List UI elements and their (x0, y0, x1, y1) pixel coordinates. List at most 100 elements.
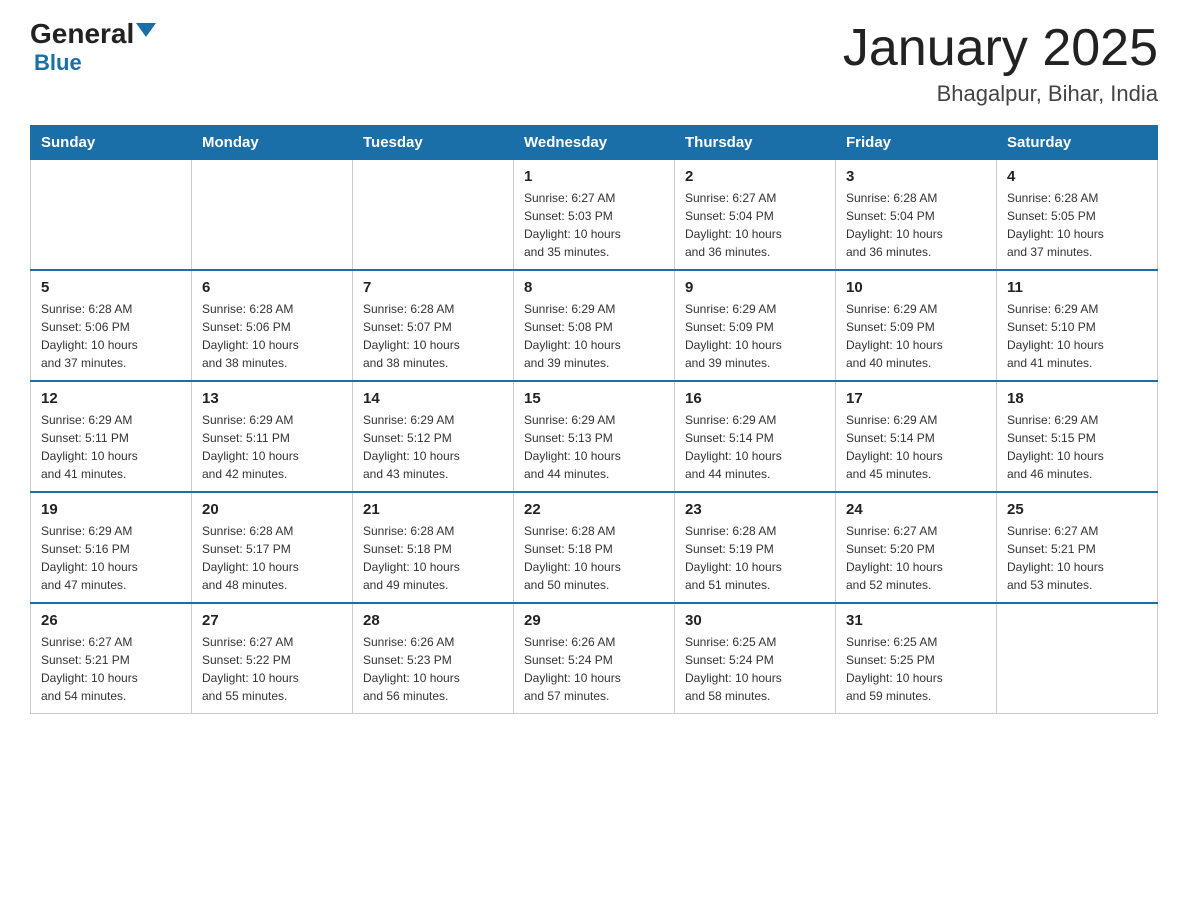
day-number: 6 (202, 279, 342, 296)
day-number: 23 (685, 501, 825, 518)
day-number: 16 (685, 390, 825, 407)
calendar-cell: 20 Sunrise: 6:28 AMSunset: 5:17 PMDayligh… (192, 492, 353, 603)
day-number: 18 (1007, 390, 1147, 407)
calendar-cell (997, 603, 1158, 714)
calendar-cell (192, 160, 353, 271)
day-info: Sunrise: 6:28 AMSunset: 5:19 PMDaylight:… (685, 522, 825, 594)
logo-triangle-icon (136, 23, 156, 37)
header-saturday: Saturday (997, 126, 1158, 160)
logo: General Blue (30, 20, 156, 76)
header-monday: Monday (192, 126, 353, 160)
day-number: 28 (363, 612, 503, 629)
day-info: Sunrise: 6:29 AMSunset: 5:08 PMDaylight:… (524, 300, 664, 372)
calendar-cell: 9 Sunrise: 6:29 AMSunset: 5:09 PMDaylight… (675, 270, 836, 381)
calendar-cell: 12Sunrise: 6:29 AMSunset: 5:11 PMDayligh… (31, 381, 192, 492)
day-number: 22 (524, 501, 664, 518)
day-number: 13 (202, 390, 342, 407)
calendar-cell: 15 Sunrise: 6:29 AMSunset: 5:13 PMDayligh… (514, 381, 675, 492)
day-info: Sunrise: 6:27 AMSunset: 5:03 PMDaylight:… (524, 189, 664, 261)
day-number: 30 (685, 612, 825, 629)
day-number: 27 (202, 612, 342, 629)
day-info: Sunrise: 6:27 AMSunset: 5:21 PMDaylight:… (41, 633, 181, 705)
day-number: 2 (685, 168, 825, 185)
day-info: Sunrise: 6:28 AMSunset: 5:04 PMDaylight:… (846, 189, 986, 261)
day-info: Sunrise: 6:29 AMSunset: 5:10 PMDaylight:… (1007, 300, 1147, 372)
day-number: 21 (363, 501, 503, 518)
day-info: Sunrise: 6:26 AMSunset: 5:23 PMDaylight:… (363, 633, 503, 705)
week-row-4: 26Sunrise: 6:27 AMSunset: 5:21 PMDayligh… (31, 603, 1158, 714)
day-info: Sunrise: 6:28 AMSunset: 5:05 PMDaylight:… (1007, 189, 1147, 261)
day-info: Sunrise: 6:28 AMSunset: 5:17 PMDaylight:… (202, 522, 342, 594)
day-number: 29 (524, 612, 664, 629)
day-info: Sunrise: 6:29 AMSunset: 5:16 PMDaylight:… (41, 522, 181, 594)
day-info: Sunrise: 6:27 AMSunset: 5:04 PMDaylight:… (685, 189, 825, 261)
day-info: Sunrise: 6:28 AMSunset: 5:06 PMDaylight:… (41, 300, 181, 372)
calendar-cell: 17 Sunrise: 6:29 AMSunset: 5:14 PMDayligh… (836, 381, 997, 492)
title-block: January 2025 Bhagalpur, Bihar, India (843, 20, 1158, 107)
day-number: 20 (202, 501, 342, 518)
calendar-cell: 30Sunrise: 6:25 AMSunset: 5:24 PMDayligh… (675, 603, 836, 714)
logo-general: General (30, 20, 134, 48)
calendar-cell: 10Sunrise: 6:29 AMSunset: 5:09 PMDayligh… (836, 270, 997, 381)
day-number: 14 (363, 390, 503, 407)
day-info: Sunrise: 6:27 AMSunset: 5:22 PMDaylight:… (202, 633, 342, 705)
calendar-cell: 11 Sunrise: 6:29 AMSunset: 5:10 PMDayligh… (997, 270, 1158, 381)
week-row-1: 5 Sunrise: 6:28 AMSunset: 5:06 PMDaylight… (31, 270, 1158, 381)
logo-blue: Blue (34, 50, 82, 76)
day-info: Sunrise: 6:25 AMSunset: 5:25 PMDaylight:… (846, 633, 986, 705)
day-number: 19 (41, 501, 181, 518)
calendar-cell: 19 Sunrise: 6:29 AMSunset: 5:16 PMDayligh… (31, 492, 192, 603)
calendar-cell: 8 Sunrise: 6:29 AMSunset: 5:08 PMDaylight… (514, 270, 675, 381)
calendar-cell (31, 160, 192, 271)
day-info: Sunrise: 6:29 AMSunset: 5:12 PMDaylight:… (363, 411, 503, 483)
calendar-table: SundayMondayTuesdayWednesdayThursdayFrid… (30, 125, 1158, 714)
calendar-cell: 18 Sunrise: 6:29 AMSunset: 5:15 PMDayligh… (997, 381, 1158, 492)
calendar-cell: 27 Sunrise: 6:27 AMSunset: 5:22 PMDayligh… (192, 603, 353, 714)
day-number: 17 (846, 390, 986, 407)
page-header: General Blue January 2025 Bhagalpur, Bih… (30, 20, 1158, 107)
calendar-cell: 22 Sunrise: 6:28 AMSunset: 5:18 PMDayligh… (514, 492, 675, 603)
day-number: 11 (1007, 279, 1147, 296)
day-number: 9 (685, 279, 825, 296)
calendar-cell: 7 Sunrise: 6:28 AMSunset: 5:07 PMDaylight… (353, 270, 514, 381)
day-info: Sunrise: 6:28 AMSunset: 5:06 PMDaylight:… (202, 300, 342, 372)
calendar-cell: 23 Sunrise: 6:28 AMSunset: 5:19 PMDayligh… (675, 492, 836, 603)
day-number: 1 (524, 168, 664, 185)
day-info: Sunrise: 6:29 AMSunset: 5:13 PMDaylight:… (524, 411, 664, 483)
day-info: Sunrise: 6:29 AMSunset: 5:11 PMDaylight:… (202, 411, 342, 483)
day-info: Sunrise: 6:28 AMSunset: 5:07 PMDaylight:… (363, 300, 503, 372)
calendar-cell: 21 Sunrise: 6:28 AMSunset: 5:18 PMDayligh… (353, 492, 514, 603)
header-tuesday: Tuesday (353, 126, 514, 160)
calendar-cell: 2 Sunrise: 6:27 AMSunset: 5:04 PMDaylight… (675, 160, 836, 271)
day-number: 7 (363, 279, 503, 296)
calendar-title: January 2025 (843, 20, 1158, 77)
week-row-3: 19 Sunrise: 6:29 AMSunset: 5:16 PMDayligh… (31, 492, 1158, 603)
day-info: Sunrise: 6:29 AMSunset: 5:11 PMDaylight:… (41, 411, 181, 483)
day-info: Sunrise: 6:29 AMSunset: 5:09 PMDaylight:… (685, 300, 825, 372)
header-wednesday: Wednesday (514, 126, 675, 160)
calendar-header-row: SundayMondayTuesdayWednesdayThursdayFrid… (31, 126, 1158, 160)
day-number: 5 (41, 279, 181, 296)
calendar-cell: 6 Sunrise: 6:28 AMSunset: 5:06 PMDaylight… (192, 270, 353, 381)
calendar-cell: 13 Sunrise: 6:29 AMSunset: 5:11 PMDayligh… (192, 381, 353, 492)
header-sunday: Sunday (31, 126, 192, 160)
calendar-cell: 26Sunrise: 6:27 AMSunset: 5:21 PMDayligh… (31, 603, 192, 714)
day-number: 24 (846, 501, 986, 518)
day-info: Sunrise: 6:29 AMSunset: 5:15 PMDaylight:… (1007, 411, 1147, 483)
day-info: Sunrise: 6:28 AMSunset: 5:18 PMDaylight:… (524, 522, 664, 594)
day-number: 8 (524, 279, 664, 296)
day-info: Sunrise: 6:28 AMSunset: 5:18 PMDaylight:… (363, 522, 503, 594)
calendar-cell: 25Sunrise: 6:27 AMSunset: 5:21 PMDayligh… (997, 492, 1158, 603)
day-info: Sunrise: 6:29 AMSunset: 5:09 PMDaylight:… (846, 300, 986, 372)
day-number: 25 (1007, 501, 1147, 518)
day-info: Sunrise: 6:29 AMSunset: 5:14 PMDaylight:… (846, 411, 986, 483)
calendar-subtitle: Bhagalpur, Bihar, India (843, 81, 1158, 107)
header-friday: Friday (836, 126, 997, 160)
calendar-cell: 28 Sunrise: 6:26 AMSunset: 5:23 PMDayligh… (353, 603, 514, 714)
week-row-2: 12Sunrise: 6:29 AMSunset: 5:11 PMDayligh… (31, 381, 1158, 492)
day-number: 4 (1007, 168, 1147, 185)
calendar-cell: 1 Sunrise: 6:27 AMSunset: 5:03 PMDaylight… (514, 160, 675, 271)
calendar-cell: 24 Sunrise: 6:27 AMSunset: 5:20 PMDayligh… (836, 492, 997, 603)
day-number: 15 (524, 390, 664, 407)
day-info: Sunrise: 6:27 AMSunset: 5:20 PMDaylight:… (846, 522, 986, 594)
